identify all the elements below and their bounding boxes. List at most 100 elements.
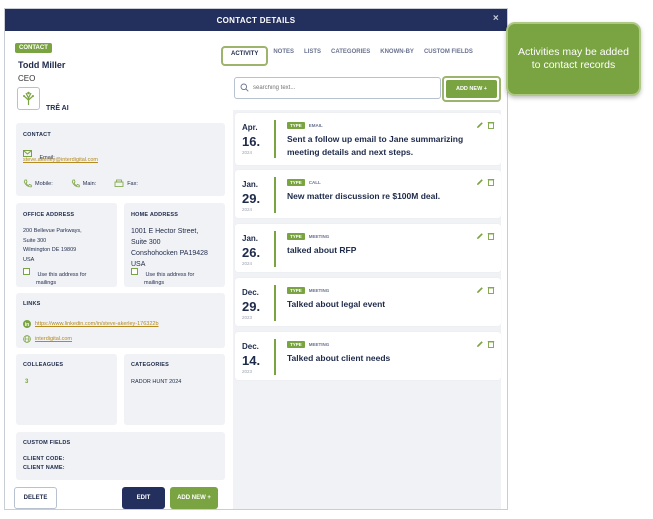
activity-type: TYPE EMAIL xyxy=(287,122,323,129)
activity-divider xyxy=(274,231,276,267)
activity-text: Talked about legal event xyxy=(287,299,386,309)
home-address-line: 1001 E Hector Street, xyxy=(131,228,199,235)
home-mailing-checkbox[interactable] xyxy=(131,268,138,276)
trash-icon[interactable] xyxy=(486,120,495,129)
edit-pencil-icon[interactable] xyxy=(475,231,484,240)
type-pill: TYPE xyxy=(287,122,305,129)
fax-icon xyxy=(114,175,124,193)
edit-pencil-icon[interactable] xyxy=(475,339,484,348)
tab-activity[interactable]: ACTIVITY xyxy=(221,46,269,66)
close-icon[interactable]: × xyxy=(493,13,499,24)
tab-notes[interactable]: NOTES xyxy=(268,46,299,66)
search-input[interactable] xyxy=(253,85,423,91)
tab-categories[interactable]: CATEGORIES xyxy=(326,46,375,66)
main-phone-icon xyxy=(71,175,80,193)
activity-text: talked about RFP xyxy=(287,245,357,255)
activity-type: TYPE MEETING xyxy=(287,341,329,348)
activity-year: 2024 xyxy=(242,207,253,212)
linkedin-link[interactable]: https://www.linkedin.com/in/steve-akerle… xyxy=(35,321,159,327)
mobile-phone-icon xyxy=(23,175,32,193)
activity-divider xyxy=(274,120,276,158)
activity-text: New matter discussion re $100M deal. xyxy=(287,191,441,201)
email-link[interactable]: steve.akerley@interdigital.com xyxy=(23,157,98,163)
activity-text: Talked about client needs xyxy=(287,353,391,363)
activity-type: TYPE CALL xyxy=(287,179,321,186)
delete-button[interactable]: DELETE xyxy=(14,487,57,509)
type-value: MEETING xyxy=(308,342,330,347)
trash-icon[interactable] xyxy=(486,177,495,186)
home-mailing-label-2: mailings xyxy=(144,280,165,286)
colleagues-heading: COLLEAGUES xyxy=(23,362,64,368)
activity-item[interactable]: Dec. 29. 2023 TYPE MEETING Talked about … xyxy=(235,278,501,326)
office-address-line: 200 Bellevue Parkways, xyxy=(23,228,82,234)
tab-bar: ACTIVITY NOTES LISTS CATEGORIES KNOWN-BY… xyxy=(221,46,478,66)
custom-fields-heading: CUSTOM FIELDS xyxy=(23,440,71,446)
activity-item[interactable]: Apr. 16. 2024 TYPE EMAIL Sent a follow u… xyxy=(235,113,501,165)
tab-lists[interactable]: LISTS xyxy=(299,46,326,66)
activity-item[interactable]: Dec. 14. 2023 TYPE MEETING Talked about … xyxy=(235,332,501,380)
activity-year: 2024 xyxy=(242,150,253,155)
activity-actions xyxy=(475,285,495,294)
activity-month: Jan. xyxy=(242,234,259,243)
add-activity-button[interactable]: ADD NEW + xyxy=(446,80,497,98)
trash-icon[interactable] xyxy=(486,285,495,294)
office-mailing-option[interactable]: Use this address for mailings xyxy=(23,268,86,287)
home-address-line: Conshohocken PA19428 xyxy=(131,250,208,257)
tab-custom-fields[interactable]: CUSTOM FIELDS xyxy=(419,46,478,66)
edit-pencil-icon[interactable] xyxy=(475,120,484,129)
activity-day: 16. xyxy=(242,134,261,149)
company-logo xyxy=(17,87,40,110)
home-address-lines: 1001 E Hector Street, Suite 300 Conshoho… xyxy=(131,226,208,270)
home-mailing-label: Use this address for xyxy=(145,272,195,278)
mobile-label: Mobile: xyxy=(35,181,53,187)
activity-item[interactable]: Jan. 29. 2024 TYPE CALL New matter discu… xyxy=(235,170,501,218)
type-pill: TYPE xyxy=(287,179,305,186)
activity-day: 29. xyxy=(242,299,261,314)
office-mailing-label-2: mailings xyxy=(36,280,57,286)
office-mailing-checkbox[interactable] xyxy=(23,268,30,276)
activity-type: TYPE MEETING xyxy=(287,287,329,294)
home-address-line: Suite 300 xyxy=(131,239,161,246)
contact-details-modal: CONTACT DETAILS × CONTACT Todd Miller CE… xyxy=(4,8,508,510)
links-card: LINKS in https://www.linkedin.com/in/ste… xyxy=(16,293,225,348)
add-activity-highlight: ADD NEW + xyxy=(442,76,501,102)
activity-month: Apr. xyxy=(242,123,258,132)
colleagues-count[interactable]: 3 xyxy=(25,379,28,385)
office-address-card: OFFICE ADDRESS 200 Bellevue Parkways, Su… xyxy=(16,203,117,287)
colleagues-card: COLLEAGUES 3 xyxy=(16,354,117,425)
office-address-lines: 200 Bellevue Parkways, Suite 300 Wilming… xyxy=(23,227,82,265)
home-address-heading: HOME ADDRESS xyxy=(131,212,179,218)
website-link[interactable]: interdigital.com xyxy=(35,336,72,342)
activity-type: TYPE MEETING xyxy=(287,233,329,240)
add-new-contact-button[interactable]: ADD NEW + xyxy=(170,487,218,509)
trash-icon[interactable] xyxy=(486,231,495,240)
office-address-heading: OFFICE ADDRESS xyxy=(23,212,75,218)
type-pill: TYPE xyxy=(287,341,305,348)
contact-panel: CONTACT Todd Miller CEO TRĚ AI CONTACT E… xyxy=(5,31,225,509)
activity-item[interactable]: Jan. 26. 2024 TYPE MEETING talked about … xyxy=(235,224,501,272)
activity-divider xyxy=(274,285,276,321)
activity-actions xyxy=(475,231,495,240)
home-mailing-option[interactable]: Use this address for mailings xyxy=(131,268,194,287)
activity-divider xyxy=(274,339,276,375)
edit-pencil-icon[interactable] xyxy=(475,177,484,186)
categories-heading: CATEGORIES xyxy=(131,362,169,368)
activity-actions xyxy=(475,339,495,348)
activity-day: 14. xyxy=(242,353,261,368)
contact-card: CONTACT Email: steve.akerley@interdigita… xyxy=(16,123,225,196)
tab-known-by[interactable]: KNOWN-BY xyxy=(375,46,419,66)
contact-badge: CONTACT xyxy=(15,43,52,53)
modal-header: CONTACT DETAILS × xyxy=(5,9,507,31)
activity-actions xyxy=(475,120,495,129)
type-value: CALL xyxy=(308,180,321,185)
office-mailing-label: Use this address for xyxy=(37,272,87,278)
activity-month: Jan. xyxy=(242,180,259,189)
categories-card: CATEGORIES RADOR HUNT 2024 xyxy=(124,354,225,425)
main-label: Main: xyxy=(82,181,97,187)
edit-pencil-icon[interactable] xyxy=(475,285,484,294)
trash-icon[interactable] xyxy=(486,339,495,348)
home-address-card: HOME ADDRESS 1001 E Hector Street, Suite… xyxy=(124,203,225,287)
edit-button[interactable]: EDIT xyxy=(122,487,165,509)
company-name: TRĚ AI xyxy=(46,105,69,112)
search-box[interactable] xyxy=(234,77,441,99)
